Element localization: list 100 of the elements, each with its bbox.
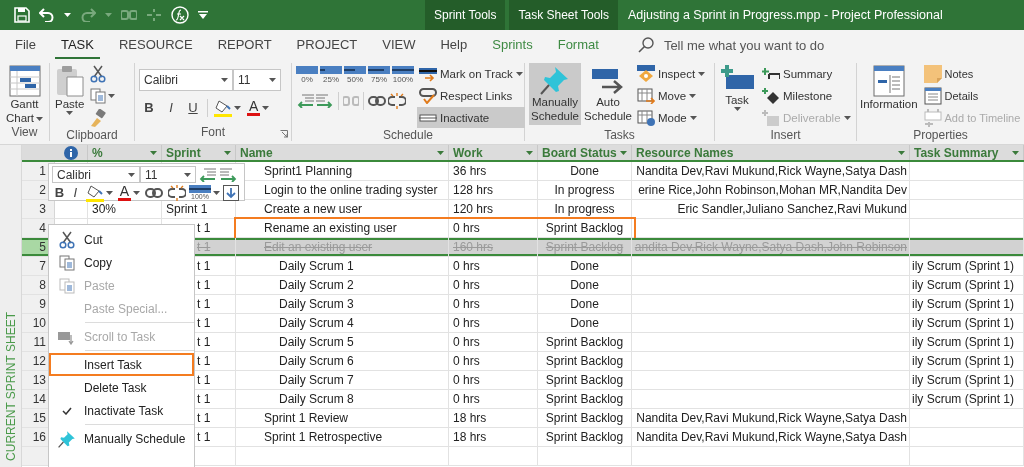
information-icon[interactable]	[872, 65, 905, 97]
tell-me-field[interactable]: Tell me what you want to do	[661, 36, 902, 54]
pushpin-icon[interactable]	[540, 65, 570, 95]
task-tool-button[interactable]: Inspect	[635, 63, 708, 84]
ribbon-tab[interactable]: Sprints	[486, 31, 539, 59]
link-icon[interactable]	[145, 187, 163, 198]
percent-complete-button[interactable]: 50%	[344, 63, 366, 84]
copy-button[interactable]	[88, 85, 118, 106]
table-cell: Nandita Dev,Ravi Mukund,Rick Wayne,Satya Dash	[632, 409, 910, 428]
column-header[interactable]: Work	[449, 145, 538, 160]
mark-on-track-icon[interactable]	[419, 65, 437, 82]
insert-button[interactable]: Milestone	[760, 85, 853, 106]
font-color-button[interactable]: A	[245, 97, 272, 118]
summary-icon[interactable]	[762, 67, 780, 80]
row-number[interactable]: 3	[22, 200, 55, 219]
search-icon[interactable]	[637, 37, 654, 53]
copy-icon[interactable]	[90, 87, 107, 104]
format-button[interactable]: B	[139, 97, 159, 118]
ribbon-tab[interactable]: RESOURCE	[112, 31, 199, 59]
schedule-button[interactable]: Inactivate	[417, 107, 525, 128]
ribbon-tab[interactable]: REPORT	[211, 31, 278, 59]
column-header[interactable]: Task Summary	[910, 145, 1024, 160]
column-header[interactable]: Sprint	[162, 145, 236, 160]
column-header[interactable]: Name	[236, 145, 449, 160]
font-size-field[interactable]: 11	[140, 166, 196, 183]
caret-icon	[698, 71, 706, 76]
formula-icon[interactable]	[171, 6, 189, 24]
clipboard-icon[interactable]	[55, 65, 84, 97]
task-tool-button[interactable]: Move	[635, 85, 708, 106]
link-icon[interactable]	[368, 96, 386, 106]
task-tool-button[interactable]: Mode	[635, 107, 708, 128]
info-icon[interactable]	[64, 145, 78, 160]
save-icon[interactable]	[14, 7, 30, 23]
move-icon[interactable]	[637, 87, 655, 104]
font-name-field[interactable]: Calibri	[52, 166, 140, 183]
format-button[interactable]: I	[67, 182, 83, 203]
gantt-chart-button[interactable]: Gantt Chart	[1, 63, 48, 125]
column-header[interactable]: Board Status	[538, 145, 632, 160]
filter-arrow-icon[interactable]	[150, 150, 157, 155]
details-icon[interactable]	[923, 86, 942, 105]
caret-icon	[221, 78, 228, 82]
format-button[interactable]: I	[161, 97, 181, 118]
table-cell: 0 hrs	[449, 333, 538, 352]
paste-button[interactable]: Paste	[54, 63, 86, 125]
mode-icon[interactable]	[637, 109, 655, 126]
format-button[interactable]: U	[183, 97, 203, 118]
schedule-mode-button[interactable]: Auto Schedule	[584, 63, 632, 125]
properties-button[interactable]: Notes	[921, 63, 1023, 84]
schedule-button[interactable]: Respect Links	[417, 85, 525, 106]
format-button[interactable]: B	[52, 182, 67, 203]
ribbon-tab[interactable]: VIEW	[376, 31, 422, 59]
ribbon-tab[interactable]: Help	[434, 31, 474, 59]
indent-icon[interactable]	[316, 94, 334, 108]
unlink-icon[interactable]	[388, 93, 406, 109]
information-button[interactable]: Information	[859, 63, 919, 125]
table-cell: Daily Scrum 1	[236, 257, 449, 276]
highlighter-icon[interactable]	[85, 183, 104, 202]
highlight-color-button[interactable]	[212, 97, 243, 118]
percent-complete-button[interactable]: 100%	[392, 63, 414, 84]
percent-complete-button[interactable]: 25%	[320, 63, 342, 84]
font-name-field[interactable]: Calibri	[139, 69, 233, 91]
inspect-icon[interactable]	[637, 64, 655, 83]
percent-complete-button[interactable]: 75%	[368, 63, 390, 84]
filter-arrow-icon[interactable]	[526, 150, 533, 155]
properties-button[interactable]: Details	[921, 85, 1023, 106]
font-size-field[interactable]: 11	[233, 69, 281, 91]
gantt-chart-icon[interactable]	[8, 65, 41, 97]
milestone-icon[interactable]	[762, 87, 780, 104]
undo-icon[interactable]	[39, 8, 55, 22]
outdent-icon[interactable]	[296, 94, 314, 108]
ribbon-tab[interactable]: Format	[551, 31, 605, 59]
table-cell: 160 hrs	[449, 238, 538, 257]
highlight-color-button[interactable]	[83, 182, 115, 203]
respect-links-icon[interactable]	[419, 87, 437, 104]
insert-button[interactable]: Summary	[760, 63, 853, 84]
filter-arrow-icon[interactable]	[437, 150, 444, 155]
caret-icon	[64, 13, 71, 17]
table-cell: Sprint Backlog	[538, 333, 632, 352]
column-header[interactable]: Resource Names	[632, 145, 910, 160]
font-color-button[interactable]: A	[115, 182, 142, 203]
ribbon-tab[interactable]: PROJECT	[290, 31, 364, 59]
schedule-button[interactable]: Mark on Track	[417, 63, 525, 84]
insert-task-button[interactable]: Task	[717, 63, 757, 125]
column-header[interactable]: %	[88, 145, 162, 160]
percent-complete-button[interactable]: 0%	[296, 63, 318, 84]
filter-arrow-icon[interactable]	[224, 150, 231, 155]
menu-item[interactable]: Insert Task	[49, 353, 194, 376]
filter-arrow-icon[interactable]	[1012, 150, 1019, 155]
highlighter-icon[interactable]	[214, 98, 232, 117]
customize-caret-icon[interactable]	[198, 11, 208, 19]
ribbon-tab[interactable]: File	[9, 31, 42, 59]
filter-arrow-icon[interactable]	[898, 150, 905, 155]
format-painter-icon[interactable]	[90, 108, 107, 127]
filter-arrow-icon[interactable]	[620, 150, 627, 155]
table-cell: Daily Scrum 4	[236, 314, 449, 333]
scissors-icon[interactable]	[90, 64, 107, 83]
table-cell: Sprint Backlog	[538, 409, 632, 428]
inactivate-icon[interactable]	[419, 113, 437, 122]
dialog-launcher-icon[interactable]	[280, 130, 288, 138]
schedule-mode-button[interactable]: Manually Schedule	[529, 63, 581, 125]
